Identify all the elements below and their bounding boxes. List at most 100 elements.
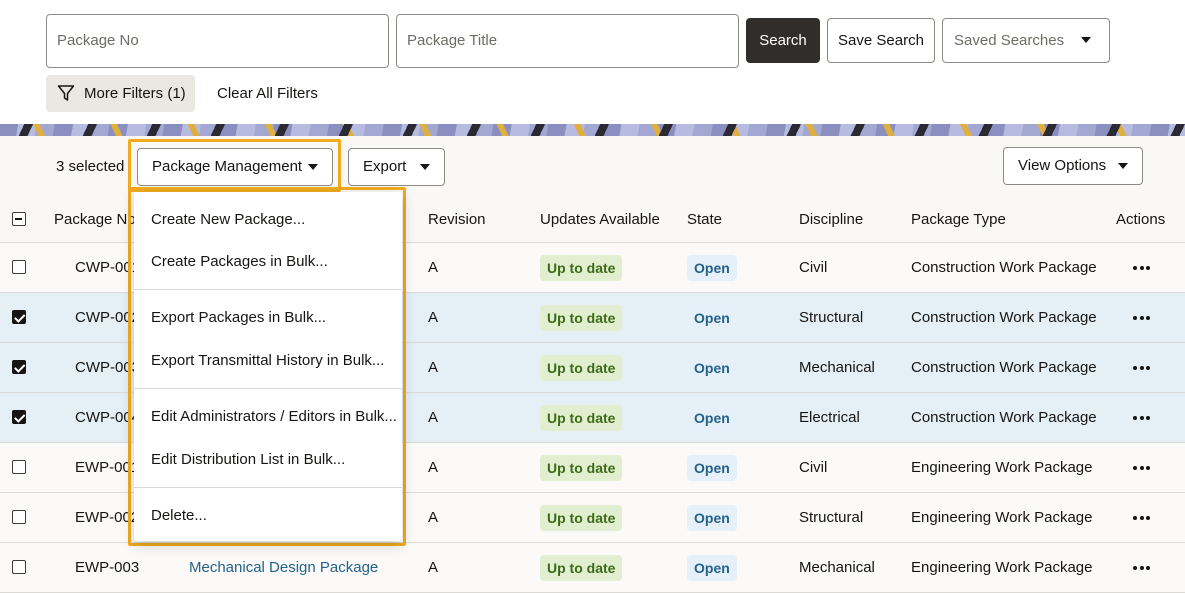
package-management-label: Package Management: [152, 158, 303, 175]
column-header-actions: Actions: [1116, 211, 1166, 228]
package-management-menu: Create New Package... Create Packages in…: [134, 192, 402, 541]
state-badge: Open: [687, 555, 737, 581]
saved-searches-label: Saved Searches: [954, 32, 1065, 49]
cell-discipline: Civil: [799, 259, 828, 276]
saved-searches-select[interactable]: Saved Searches: [942, 18, 1110, 63]
more-actions-icon[interactable]: [1133, 466, 1153, 484]
menu-item-edit-administrators[interactable]: Edit Administrators / Editors in Bulk...: [151, 407, 397, 427]
chevron-down-icon: [1081, 37, 1091, 43]
row-checkbox[interactable]: [12, 360, 26, 374]
chevron-down-icon: [1118, 163, 1128, 169]
updates-badge: Up to date: [540, 255, 623, 281]
selected-count: 3 selected: [56, 158, 125, 175]
cell-revision: A: [428, 359, 439, 376]
package-management-button[interactable]: Package Management: [137, 148, 333, 186]
cell-revision: A: [428, 409, 439, 426]
menu-item-delete[interactable]: Delete...: [151, 506, 207, 526]
cell-revision: A: [428, 459, 439, 476]
more-filters-label: More Filters (1): [84, 85, 186, 102]
search-button[interactable]: Search: [746, 18, 820, 63]
cell-package-no: CWP-003: [75, 359, 141, 376]
cell-package-title[interactable]: Mechanical Design Package: [189, 543, 378, 593]
cell-revision: A: [428, 259, 439, 276]
cell-package-type: Engineering Work Package: [911, 509, 1093, 526]
cell-discipline: Structural: [799, 309, 864, 326]
menu-item-edit-distribution-list[interactable]: Edit Distribution List in Bulk...: [151, 450, 345, 470]
decorative-banner-strip: [0, 124, 1185, 136]
more-actions-icon[interactable]: [1133, 516, 1153, 534]
cell-package-no: CWP-004: [75, 409, 141, 426]
chevron-down-icon: [420, 164, 430, 170]
menu-item-create-packages-bulk[interactable]: Create Packages in Bulk...: [151, 252, 328, 272]
row-checkbox[interactable]: [12, 410, 26, 424]
more-filters-button[interactable]: More Filters (1): [46, 75, 195, 112]
more-actions-icon[interactable]: [1133, 416, 1153, 434]
updates-badge: Up to date: [540, 355, 623, 381]
select-all-checkbox[interactable]: [12, 212, 26, 226]
menu-item-export-transmittal-history[interactable]: Export Transmittal History in Bulk...: [151, 351, 384, 371]
state-badge: Open: [687, 505, 737, 531]
row-checkbox[interactable]: [12, 510, 26, 524]
cell-package-no: EWP-002: [75, 509, 140, 526]
column-header-state[interactable]: State: [687, 196, 722, 243]
row-checkbox[interactable]: [12, 260, 26, 274]
cell-discipline: Civil: [799, 459, 828, 476]
cell-package-no: EWP-003: [75, 559, 140, 576]
cell-discipline: Electrical: [799, 409, 860, 426]
menu-item-create-new-package[interactable]: Create New Package...: [151, 210, 305, 230]
column-header-discipline[interactable]: Discipline: [799, 196, 863, 243]
column-header-updates[interactable]: Updates Available: [540, 196, 660, 243]
cell-discipline: Mechanical: [799, 359, 875, 376]
package-title-input[interactable]: Package Title: [396, 14, 739, 68]
package-no-input[interactable]: Package No: [46, 14, 389, 68]
updates-badge: Up to date: [540, 555, 623, 581]
package-title-link[interactable]: Mechanical Design Package: [189, 559, 378, 576]
table-row[interactable]: EWP-003 Mechanical Design Package A Up to d…: [0, 543, 1185, 593]
chevron-down-icon: [308, 164, 318, 170]
column-header-package-type[interactable]: Package Type: [911, 196, 1006, 243]
clear-all-filters-link[interactable]: Clear All Filters: [217, 75, 318, 112]
row-checkbox[interactable]: [12, 310, 26, 324]
export-label: Export: [363, 158, 407, 175]
updates-badge: Up to date: [540, 505, 623, 531]
menu-divider: [134, 289, 402, 290]
state-badge: Open: [687, 355, 737, 381]
save-search-button[interactable]: Save Search: [827, 18, 935, 63]
cell-package-type: Engineering Work Package: [911, 559, 1093, 576]
cell-revision: A: [428, 509, 439, 526]
column-header-package-no[interactable]: Package No: [54, 196, 136, 243]
more-actions-icon[interactable]: [1133, 366, 1153, 384]
row-checkbox[interactable]: [12, 560, 26, 574]
state-badge: Open: [687, 255, 737, 281]
menu-divider: [134, 487, 402, 488]
cell-revision: A: [428, 559, 439, 576]
more-actions-icon[interactable]: [1133, 316, 1153, 334]
cell-discipline: Mechanical: [799, 559, 875, 576]
view-options-button[interactable]: View Options: [1003, 147, 1143, 185]
state-badge: Open: [687, 455, 737, 481]
state-badge: Open: [687, 305, 737, 331]
column-header-revision[interactable]: Revision: [428, 196, 486, 243]
updates-badge: Up to date: [540, 405, 623, 431]
cell-revision: A: [428, 309, 439, 326]
cell-package-no: CWP-002: [75, 309, 141, 326]
cell-package-type: Engineering Work Package: [911, 459, 1093, 476]
updates-badge: Up to date: [540, 305, 623, 331]
cell-package-no: CWP-001: [75, 259, 141, 276]
more-actions-icon[interactable]: [1133, 266, 1153, 284]
filter-icon: [57, 85, 75, 101]
search-area: Package No Package Title Search Save Sea…: [0, 0, 1185, 124]
cell-package-type: Construction Work Package: [911, 259, 1097, 276]
menu-item-export-packages-bulk[interactable]: Export Packages in Bulk...: [151, 308, 326, 328]
export-button[interactable]: Export: [348, 148, 445, 186]
view-options-label: View Options: [1018, 157, 1107, 174]
cell-package-type: Construction Work Package: [911, 409, 1097, 426]
state-badge: Open: [687, 405, 737, 431]
cell-discipline: Structural: [799, 509, 864, 526]
row-checkbox[interactable]: [12, 460, 26, 474]
cell-package-type: Construction Work Package: [911, 359, 1097, 376]
cell-package-no: EWP-001: [75, 459, 140, 476]
updates-badge: Up to date: [540, 455, 623, 481]
menu-divider: [134, 388, 402, 389]
more-actions-icon[interactable]: [1133, 566, 1153, 584]
